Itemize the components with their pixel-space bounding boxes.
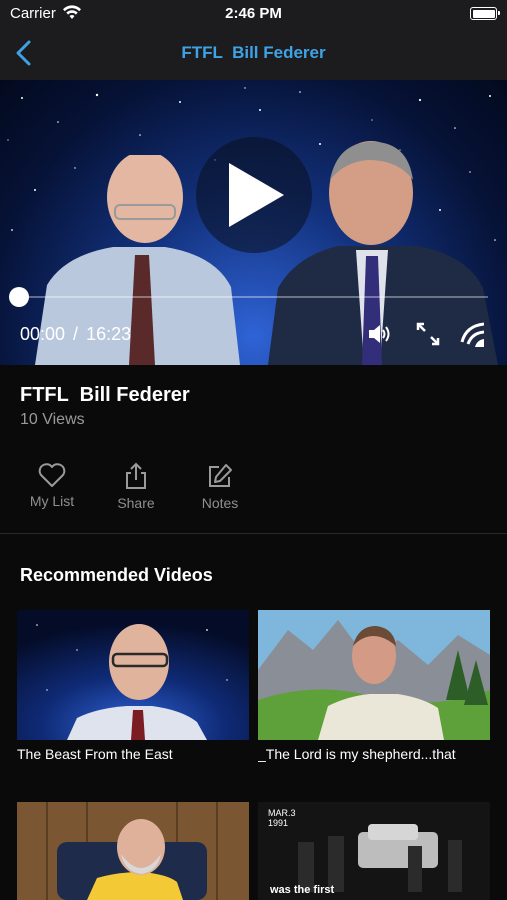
fullscreen-icon[interactable]	[415, 321, 441, 352]
share-button[interactable]: Share	[101, 462, 171, 511]
recommended-thumbnail-1[interactable]	[17, 610, 249, 740]
thumbnail-overlay-caption: was the first	[269, 884, 335, 896]
video-title: FTFL Bill Federer	[20, 384, 190, 406]
thumbnail-overlay-date-2: 1991	[268, 818, 288, 828]
recommended-thumbnail-3[interactable]	[17, 802, 249, 900]
progress-knob[interactable]	[9, 287, 29, 307]
recommended-heading: Recommended Videos	[20, 565, 213, 585]
volume-icon[interactable]	[366, 321, 392, 352]
share-label: Share	[117, 495, 155, 511]
thumbnail-image: MAR.3 1991 was the first	[258, 802, 490, 900]
my-list-button[interactable]: My List	[17, 462, 87, 509]
recommended-title-1[interactable]: The Beast From the East	[17, 746, 249, 762]
duration: 16:23	[86, 324, 132, 344]
video-player[interactable]: 00:00 / 16:23	[0, 80, 507, 365]
play-icon	[229, 163, 284, 227]
recommended-title-2[interactable]: _The Lord is my shepherd...that	[258, 746, 490, 762]
status-time: 2:46 PM	[225, 5, 282, 22]
recommended-thumbnail-2[interactable]	[258, 610, 490, 740]
navigation-bar: FTFL Bill Federer	[0, 28, 507, 80]
recommended-thumbnail-4[interactable]: MAR.3 1991 was the first	[258, 802, 490, 900]
my-list-label: My List	[29, 493, 75, 509]
status-bar: Carrier 2:46 PM	[0, 0, 507, 28]
play-button[interactable]	[196, 137, 312, 253]
share-icon	[126, 462, 146, 489]
cast-icon[interactable]	[460, 320, 485, 353]
time-display: 00:00 / 16:23	[20, 324, 131, 345]
action-bar: My List Share Notes	[0, 462, 507, 522]
heart-icon	[38, 463, 66, 487]
divider	[0, 533, 507, 534]
time-separator: /	[73, 324, 79, 344]
thumbnail-image	[17, 802, 249, 900]
notes-label: Notes	[201, 495, 239, 511]
thumbnail-image	[258, 610, 490, 740]
edit-icon	[209, 464, 232, 487]
battery-icon	[470, 7, 500, 20]
current-time: 00:00	[20, 324, 66, 344]
thumbnail-overlay-date-1: MAR.3	[268, 808, 296, 818]
progress-track[interactable]	[20, 296, 488, 298]
notes-button[interactable]: Notes	[185, 462, 255, 511]
thumbnail-image	[17, 610, 249, 740]
nav-title: FTFL Bill Federer	[181, 43, 326, 62]
view-count: 10 Views	[20, 411, 85, 428]
